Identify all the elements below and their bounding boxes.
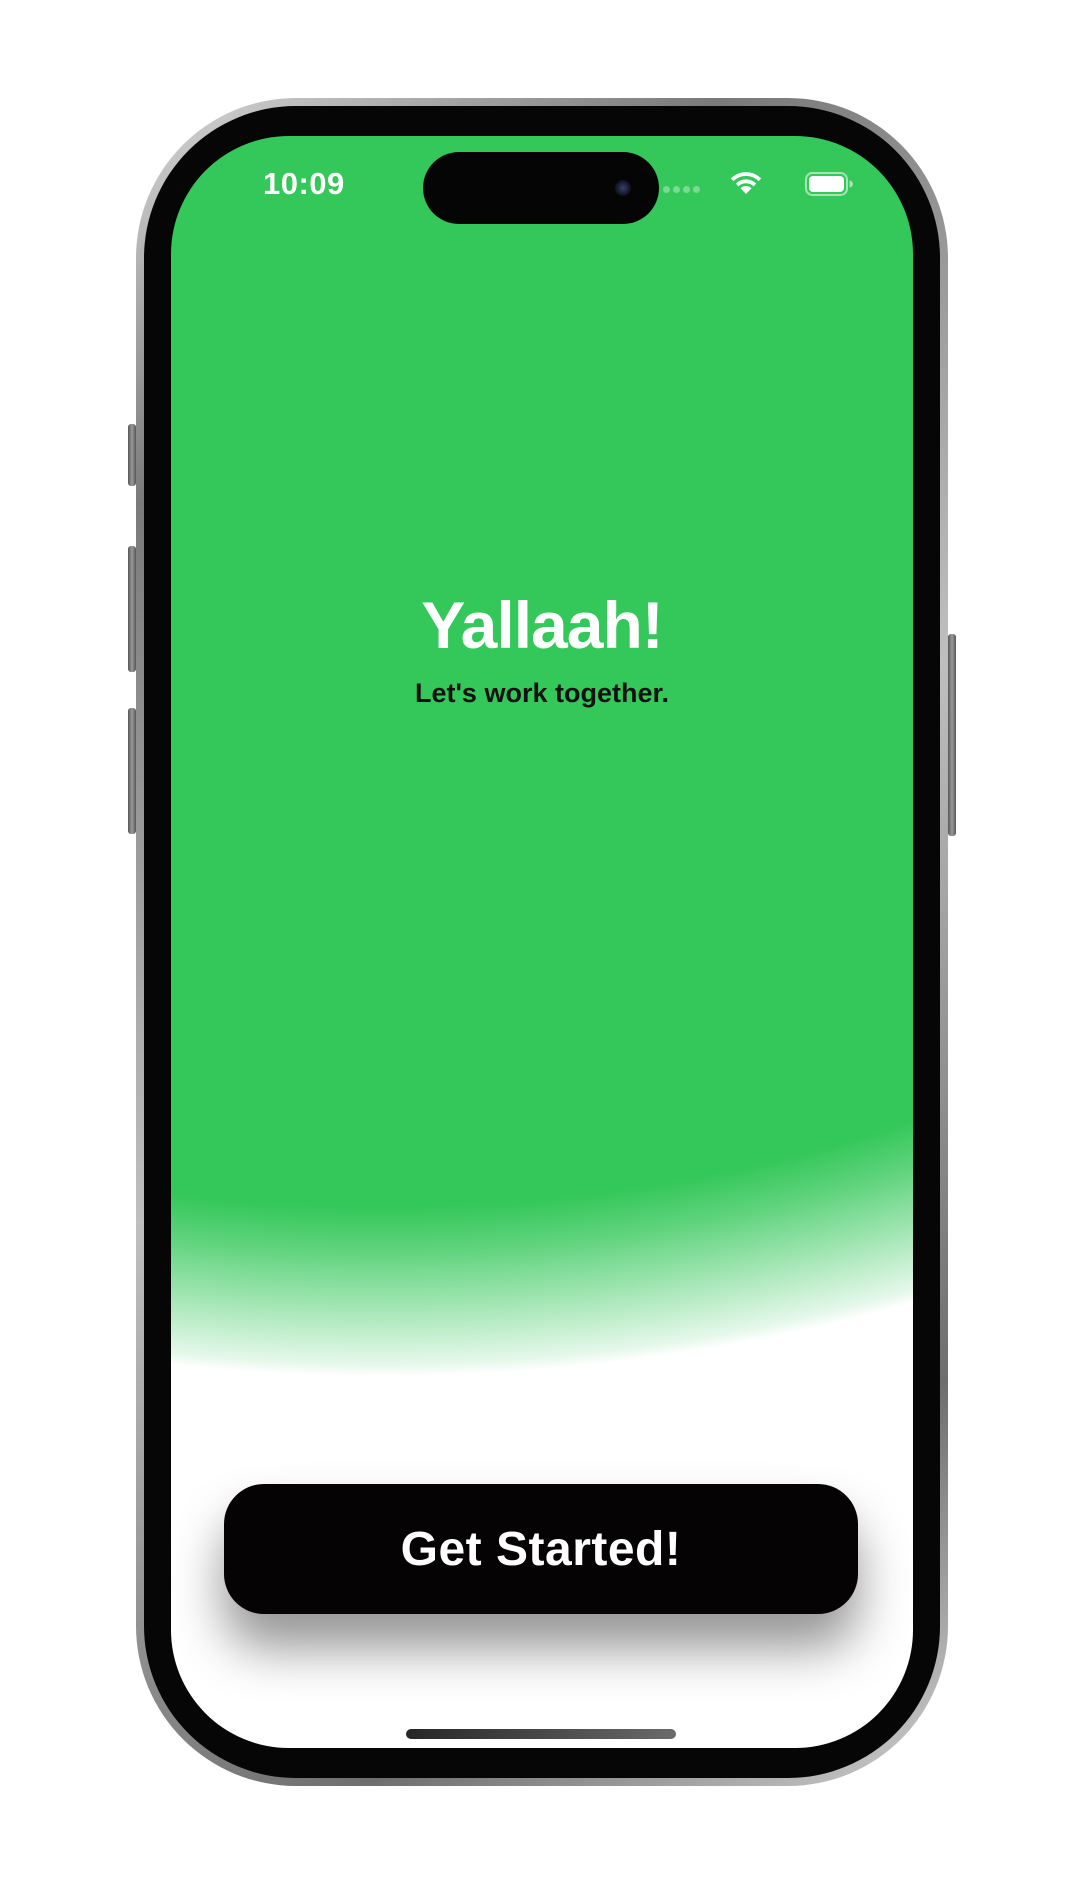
volume-up-button — [128, 546, 136, 672]
app-title: Yallaah! — [421, 588, 663, 662]
hero-section: Yallaah! Let's work together. — [171, 592, 913, 707]
wifi-icon — [730, 172, 762, 194]
battery-icon — [805, 172, 853, 196]
side-power-button — [948, 634, 956, 836]
signal-dots-icon — [663, 186, 703, 194]
volume-down-button — [128, 708, 136, 834]
status-bar: 10:09 — [171, 136, 913, 236]
dynamic-island — [423, 152, 659, 224]
front-camera-icon — [615, 180, 631, 196]
status-time: 10:09 — [263, 166, 345, 201]
action-button — [128, 424, 136, 486]
home-indicator[interactable] — [406, 1729, 676, 1739]
app-screen: 10:09 Yallaah! Let's work together. Get … — [171, 136, 913, 1748]
get-started-button[interactable]: Get Started! — [224, 1484, 858, 1614]
app-subtitle: Let's work together. — [415, 678, 669, 708]
